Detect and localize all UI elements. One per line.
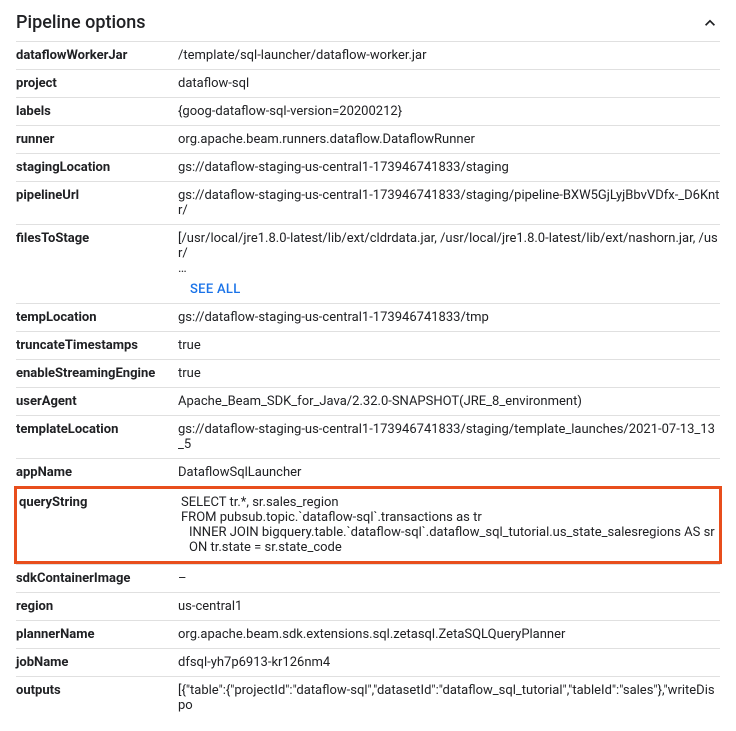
- table-row: templateLocation gs://dataflow-staging-u…: [16, 415, 720, 458]
- table-row: pipelineUrl gs://dataflow-staging-us-cen…: [16, 181, 720, 224]
- panel-title: Pipeline options: [16, 12, 146, 33]
- option-key: appName: [16, 465, 178, 480]
- panel-header[interactable]: Pipeline options: [16, 12, 720, 41]
- option-key: queryString: [19, 495, 181, 510]
- option-value: gs://dataflow-staging-us-central1-173946…: [178, 188, 720, 218]
- table-row: labels {goog-dataflow-sql-version=202002…: [16, 97, 720, 125]
- option-key: filesToStage: [16, 231, 178, 246]
- query-line-3: INNER JOIN bigquery.table.`dataflow-sql`…: [181, 525, 717, 540]
- option-key: dataflowWorkerJar: [16, 48, 178, 63]
- option-value: [/usr/local/jre1.8.0-latest/lib/ext/cldr…: [178, 231, 720, 297]
- option-key: templateLocation: [16, 422, 178, 437]
- pipeline-options-panel: Pipeline options dataflowWorkerJar /temp…: [0, 0, 736, 731]
- query-line-2: FROM pubsub.topic.`dataflow-sql`.transac…: [181, 510, 717, 525]
- option-key: runner: [16, 132, 178, 147]
- option-key: outputs: [16, 683, 178, 698]
- table-row-highlighted: queryString SELECT tr.*, sr.sales_region…: [14, 486, 722, 564]
- table-row: project dataflow-sql: [16, 69, 720, 97]
- table-row: appName DataflowSqlLauncher: [16, 458, 720, 486]
- option-key: truncateTimestamps: [16, 338, 178, 353]
- table-row: tempLocation gs://dataflow-staging-us-ce…: [16, 303, 720, 331]
- option-value: org.apache.beam.sdk.extensions.sql.zetas…: [178, 627, 720, 642]
- option-value: org.apache.beam.runners.dataflow.Dataflo…: [178, 132, 720, 147]
- see-all-button[interactable]: SEE ALL: [178, 276, 241, 297]
- ellipsis: …: [178, 261, 187, 276]
- option-value: gs://dataflow-staging-us-central1-173946…: [178, 310, 720, 325]
- option-key: region: [16, 599, 178, 614]
- option-key: jobName: [16, 655, 178, 670]
- option-key: labels: [16, 104, 178, 119]
- option-key: userAgent: [16, 394, 178, 409]
- files-value: [/usr/local/jre1.8.0-latest/lib/ext/cldr…: [178, 231, 718, 261]
- table-row: sdkContainerImage –: [16, 564, 720, 592]
- option-key: sdkContainerImage: [16, 571, 178, 586]
- table-row: enableStreamingEngine true: [16, 359, 720, 387]
- option-value: true: [178, 338, 720, 353]
- table-row: jobName dfsql-yh7p6913-kr126nm4: [16, 648, 720, 676]
- query-line-1: SELECT tr.*, sr.sales_region: [181, 495, 717, 510]
- option-value: true: [178, 366, 720, 381]
- option-key: enableStreamingEngine: [16, 366, 178, 381]
- table-row: runner org.apache.beam.runners.dataflow.…: [16, 125, 720, 153]
- option-value: dataflow-sql: [178, 76, 720, 91]
- table-row: dataflowWorkerJar /template/sql-launcher…: [16, 41, 720, 69]
- option-key: plannerName: [16, 627, 178, 642]
- option-value: gs://dataflow-staging-us-central1-173946…: [178, 422, 720, 452]
- option-key: project: [16, 76, 178, 91]
- option-key: pipelineUrl: [16, 188, 178, 203]
- option-value-query: SELECT tr.*, sr.sales_region FROM pubsub…: [181, 495, 717, 555]
- query-line-4: ON tr.state = sr.state_code: [181, 540, 717, 555]
- option-value: dfsql-yh7p6913-kr126nm4: [178, 655, 720, 670]
- option-value: DataflowSqlLauncher: [178, 465, 720, 480]
- option-value: gs://dataflow-staging-us-central1-173946…: [178, 160, 720, 175]
- option-key: tempLocation: [16, 310, 178, 325]
- table-row: filesToStage [/usr/local/jre1.8.0-latest…: [16, 224, 720, 303]
- table-row: truncateTimestamps true: [16, 331, 720, 359]
- option-value: Apache_Beam_SDK_for_Java/2.32.0-SNAPSHOT…: [178, 394, 720, 409]
- option-value: /template/sql-launcher/dataflow-worker.j…: [178, 48, 720, 63]
- option-value: [{"table":{"projectId":"dataflow-sql","d…: [178, 683, 720, 713]
- option-value: us-central1: [178, 599, 720, 614]
- table-row: stagingLocation gs://dataflow-staging-us…: [16, 153, 720, 181]
- chevron-up-icon[interactable]: [700, 13, 720, 33]
- option-value: {goog-dataflow-sql-version=20200212}: [178, 104, 720, 119]
- table-row: plannerName org.apache.beam.sdk.extensio…: [16, 620, 720, 648]
- table-row: outputs [{"table":{"projectId":"dataflow…: [16, 676, 720, 719]
- table-row: userAgent Apache_Beam_SDK_for_Java/2.32.…: [16, 387, 720, 415]
- option-key: stagingLocation: [16, 160, 178, 175]
- options-table: dataflowWorkerJar /template/sql-launcher…: [16, 41, 720, 719]
- option-value: –: [178, 571, 720, 586]
